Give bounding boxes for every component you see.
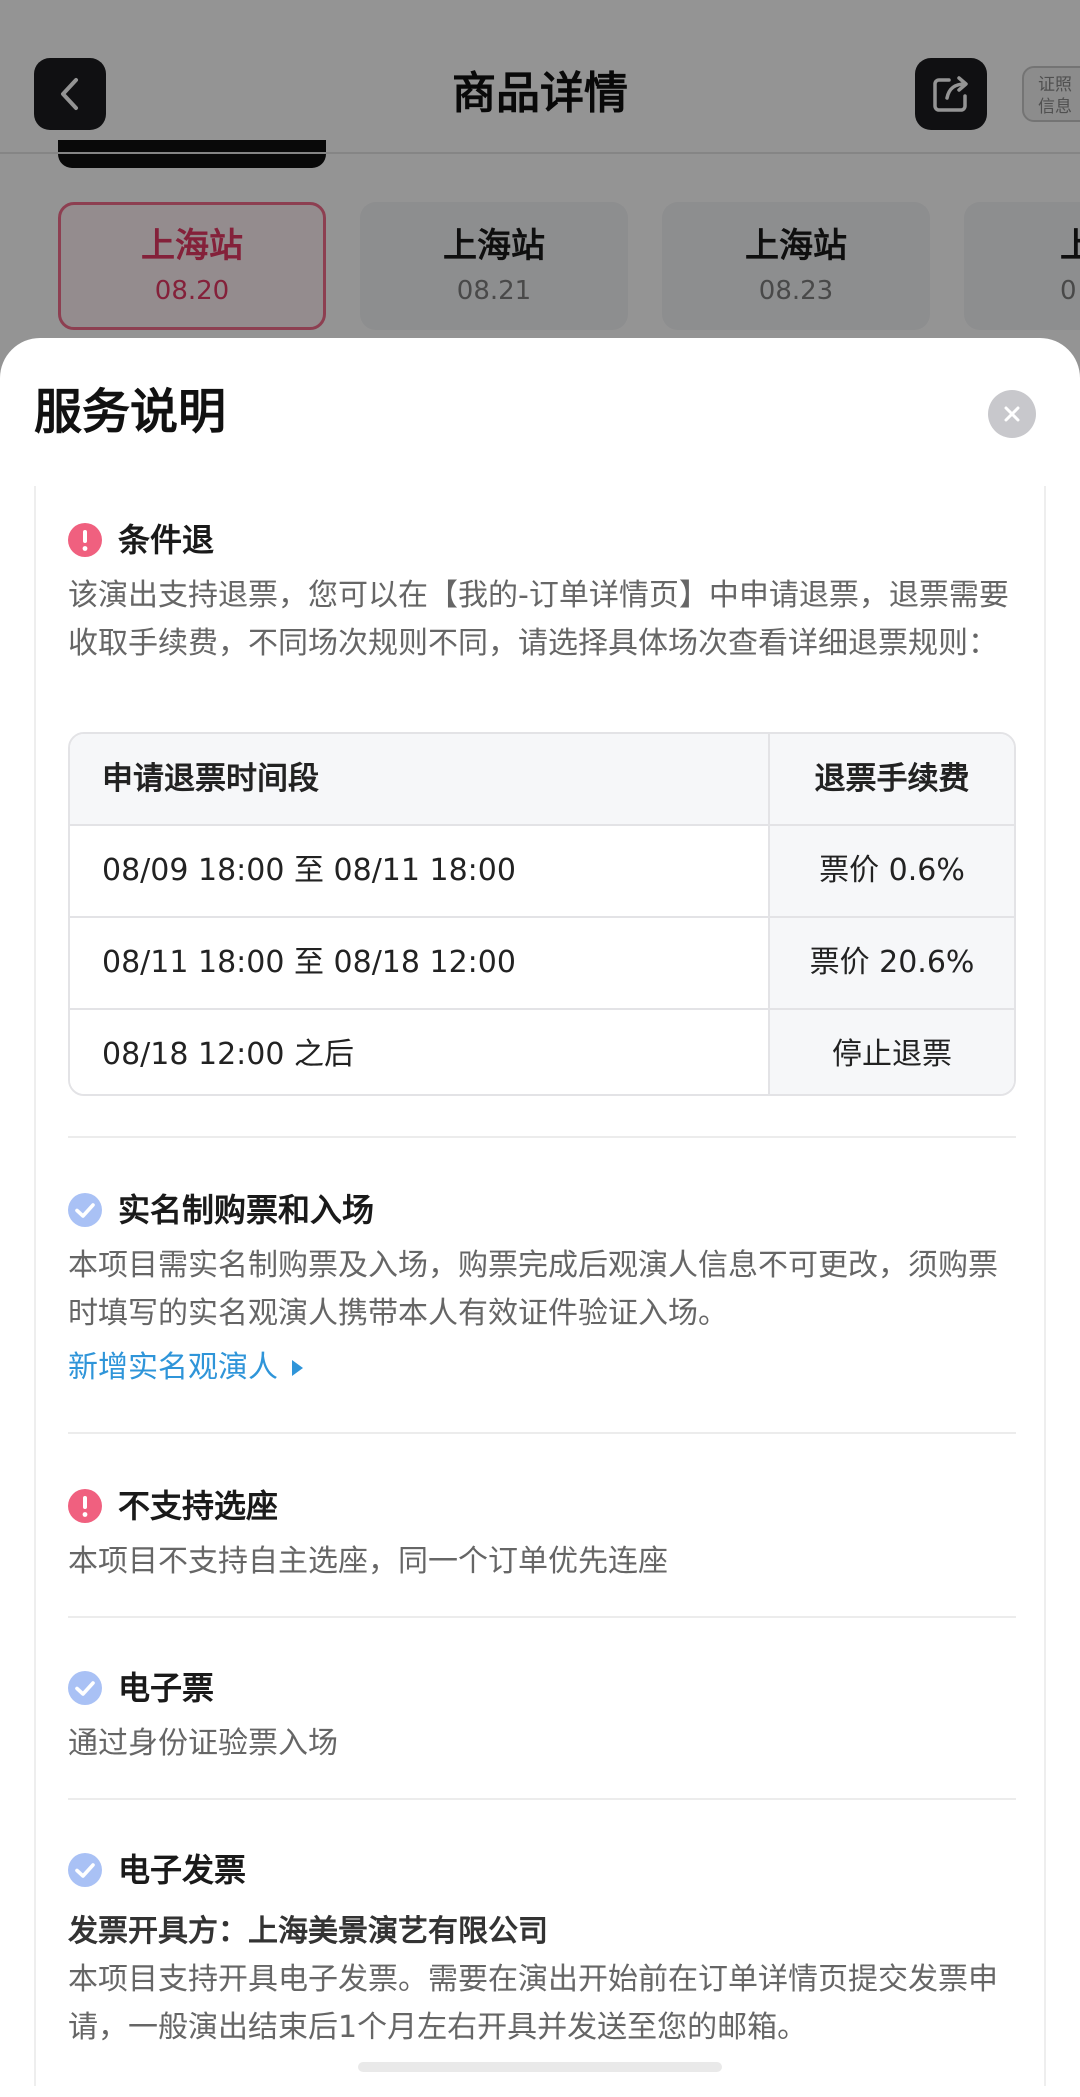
section-invoice: 电子发票 发票开具方：上海美景演艺有限公司 本项目支持开具电子发票。需要在演出开… [68, 1842, 1016, 2052]
section-divider [68, 1432, 1016, 1434]
section-divider [68, 1798, 1016, 1800]
table-header-cell: 申请退票时间段 [70, 734, 770, 824]
section-description: 本项目不支持自主选座，同一个订单优先连座 [68, 1544, 668, 1579]
section-divider [68, 1136, 1016, 1138]
section-description: 本项目需实名制购票及入场，购票完成后观演人信息不可更改，须购票时填写的实名观演人… [68, 1248, 998, 1331]
table-header-cell: 退票手续费 [770, 734, 1014, 824]
table-cell: 08/18 12:00 之后 [70, 1010, 770, 1094]
add-viewer-link[interactable]: 新增实名观演人 [68, 1344, 303, 1392]
section-header: 条件退 [68, 512, 1016, 568]
exclamation-icon [68, 1489, 102, 1523]
table-cell: 08/09 18:00 至 08/11 18:00 [70, 826, 770, 916]
home-indicator [358, 2062, 722, 2072]
section-refund: 条件退 该演出支持退票，您可以在【我的-订单详情页】中申请退票，退票需要收取手续… [68, 512, 1016, 668]
refund-rules-table: 申请退票时间段 退票手续费 08/09 18:00 至 08/11 18:00 … [68, 732, 1016, 1096]
section-header: 不支持选座 [68, 1478, 1016, 1534]
sheet-title: 服务说明 [34, 384, 227, 440]
close-button[interactable] [988, 390, 1036, 438]
check-icon [68, 1853, 102, 1887]
section-title: 不支持选座 [118, 1487, 279, 1525]
section-eticket: 电子票 通过身份证验票入场 [68, 1660, 1016, 1768]
table-cell: 票价 0.6% [770, 826, 1014, 916]
table-row: 08/09 18:00 至 08/11 18:00 票价 0.6% [70, 826, 1014, 918]
table-cell: 停止退票 [770, 1010, 1014, 1094]
section-title: 电子发票 [118, 1851, 247, 1889]
section-header: 实名制购票和入场 [68, 1182, 1016, 1238]
table-row: 08/11 18:00 至 08/18 12:00 票价 20.6% [70, 918, 1014, 1010]
section-title: 实名制购票和入场 [118, 1191, 375, 1229]
section-header: 电子发票 [68, 1842, 1016, 1898]
close-icon [1004, 406, 1020, 422]
table-header-row: 申请退票时间段 退票手续费 [70, 734, 1014, 826]
section-description: 本项目支持开具电子发票。需要在演出开始前在订单详情页提交发票申请，一般演出结束后… [68, 1962, 998, 2045]
table-cell: 票价 20.6% [770, 918, 1014, 1008]
sheet-content[interactable]: 条件退 该演出支持退票，您可以在【我的-订单详情页】中申请退票，退票需要收取手续… [34, 486, 1046, 2086]
section-header: 电子票 [68, 1660, 1016, 1716]
section-divider [68, 1616, 1016, 1618]
section-description: 该演出支持退票，您可以在【我的-订单详情页】中申请退票，退票需要收取手续费，不同… [68, 578, 1009, 661]
section-title: 电子票 [118, 1669, 215, 1707]
invoice-issuer: 发票开具方：上海美景演艺有限公司 [68, 1914, 548, 1949]
section-title: 条件退 [118, 521, 215, 559]
section-realname: 实名制购票和入场 本项目需实名制购票及入场，购票完成后观演人信息不可更改，须购票… [68, 1182, 1016, 1392]
check-icon [68, 1193, 102, 1227]
section-description: 通过身份证验票入场 [68, 1726, 338, 1761]
add-viewer-link-label: 新增实名观演人 [68, 1350, 278, 1385]
table-cell: 08/11 18:00 至 08/18 12:00 [70, 918, 770, 1008]
table-row: 08/18 12:00 之后 停止退票 [70, 1010, 1014, 1094]
section-seat: 不支持选座 本项目不支持自主选座，同一个订单优先连座 [68, 1478, 1016, 1586]
service-info-sheet: 服务说明 条件退 该演出支持退票，您可以在【我的-订单详情页】中申请退票，退票需… [0, 338, 1080, 2097]
check-icon [68, 1671, 102, 1705]
play-arrow-icon [292, 1360, 303, 1376]
exclamation-icon [68, 523, 102, 557]
